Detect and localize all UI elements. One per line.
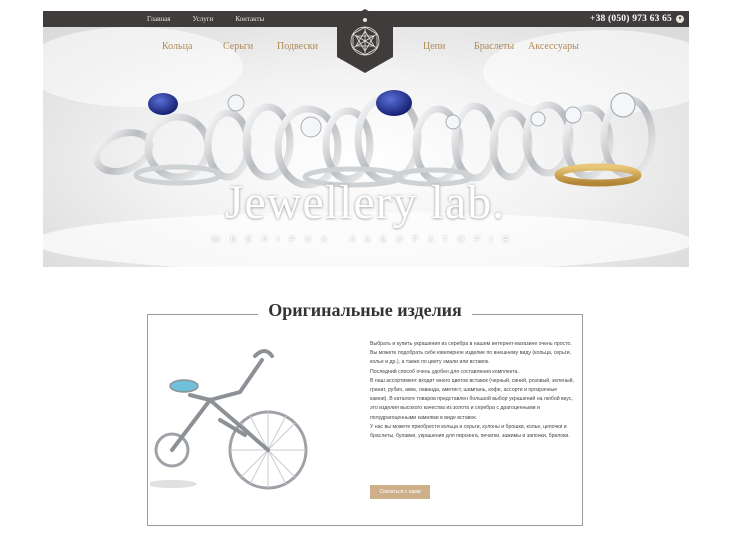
top-nav-home[interactable]: Главная bbox=[147, 15, 171, 23]
brand-subtitle: ЮВЕЛІРНА ЛАБОРАТОРІЯ bbox=[211, 234, 519, 244]
section-title-wrap: Оригинальные изделия bbox=[0, 300, 730, 321]
bicycle-brooch-image bbox=[150, 349, 308, 490]
description-paragraph: У нас вы можете приобрести кольца и серь… bbox=[370, 423, 570, 440]
phone-number[interactable]: +38 (050) 973 63 65 bbox=[590, 11, 672, 27]
nav-rings[interactable]: Кольца bbox=[162, 41, 192, 52]
nav-pendants[interactable]: Подвески bbox=[277, 41, 318, 52]
top-nav-services[interactable]: Услуги bbox=[193, 15, 214, 23]
top-nav: Главная Услуги Контакты bbox=[147, 11, 264, 27]
section-title: Оригинальные изделия bbox=[258, 300, 472, 321]
main-nav: Кольца Серьги Подвески Цепи Браслеты Акс… bbox=[0, 41, 730, 53]
top-nav-contacts[interactable]: Контакты bbox=[235, 15, 264, 23]
contact-us-button[interactable]: Связаться с нами bbox=[370, 485, 430, 499]
nav-accessories[interactable]: Аксессуары bbox=[528, 41, 579, 52]
description-paragraph: Последний способ очень удобен для состав… bbox=[370, 368, 519, 375]
brand-title: Jewellery lab. bbox=[224, 176, 506, 229]
description-paragraph: Выбрать и купить украшения из серебра в … bbox=[370, 341, 572, 366]
chevron-circle-icon[interactable]: ▾ bbox=[676, 15, 684, 23]
description-paragraph: В наш ассортимент входит много цветов вс… bbox=[370, 377, 574, 421]
nav-earrings[interactable]: Серьги bbox=[223, 41, 253, 52]
section-description: Выбрать и купить украшения из серебра в … bbox=[370, 340, 575, 441]
nav-chains[interactable]: Цепи bbox=[423, 41, 445, 52]
nav-bracelets[interactable]: Браслеты bbox=[474, 41, 514, 52]
